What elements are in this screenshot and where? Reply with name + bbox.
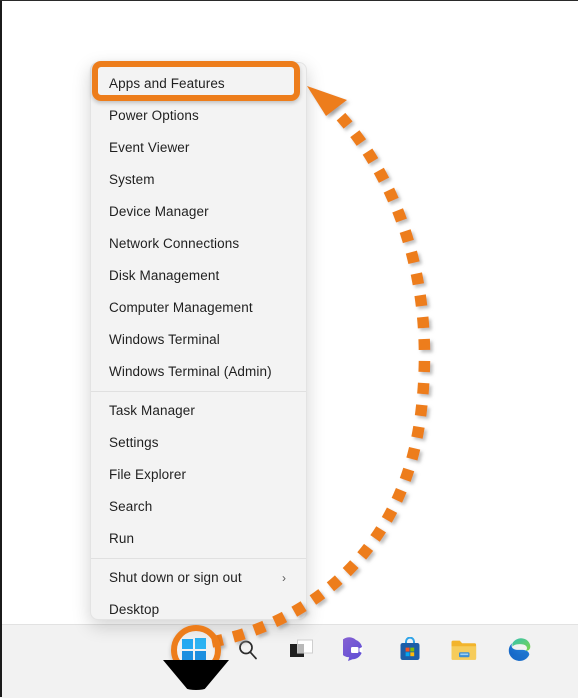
- menu-item-label: Run: [109, 531, 135, 546]
- menu-item-search[interactable]: Search: [91, 491, 306, 523]
- task-view-button[interactable]: [286, 636, 318, 668]
- menu-item-run[interactable]: Run: [91, 523, 306, 555]
- menu-item-windows-terminal[interactable]: Windows Terminal: [91, 324, 306, 356]
- menu-item-desktop[interactable]: Desktop: [91, 594, 306, 619]
- menu-item-label: Network Connections: [109, 236, 240, 251]
- menu-item-disk-management[interactable]: Disk Management: [91, 260, 306, 292]
- menu-item-settings[interactable]: Settings: [91, 427, 306, 459]
- edge-button[interactable]: [502, 636, 534, 668]
- menu-item-label: Desktop: [109, 602, 160, 617]
- menu-item-shut-down-or-sign-out[interactable]: Shut down or sign out ›: [91, 562, 306, 594]
- menu-item-event-viewer[interactable]: Event Viewer: [91, 132, 306, 164]
- microsoft-edge-icon: [505, 636, 532, 668]
- screen-edge-top: [0, 0, 578, 1]
- menu-item-label: File Explorer: [109, 467, 187, 482]
- menu-item-system[interactable]: System: [91, 164, 306, 196]
- power-user-context-menu[interactable]: Apps and Features Power Options Event Vi…: [90, 62, 307, 620]
- store-button[interactable]: [394, 636, 426, 668]
- menu-item-label: Disk Management: [109, 268, 220, 283]
- menu-group-system-tools: Apps and Features Power Options Event Vi…: [91, 63, 306, 388]
- menu-item-label: Windows Terminal: [109, 332, 220, 347]
- menu-separator: [91, 558, 306, 559]
- menu-item-label: Computer Management: [109, 300, 253, 315]
- task-view-icon: [289, 638, 315, 667]
- menu-item-windows-terminal-admin[interactable]: Windows Terminal (Admin): [91, 356, 306, 388]
- menu-item-computer-management[interactable]: Computer Management: [91, 292, 306, 324]
- search-icon: [236, 638, 260, 667]
- menu-item-label: Task Manager: [109, 403, 195, 418]
- chevron-right-icon: ›: [282, 571, 286, 585]
- menu-item-network-connections[interactable]: Network Connections: [91, 228, 306, 260]
- search-button[interactable]: [232, 636, 264, 668]
- chat-teams-icon: [339, 636, 369, 668]
- menu-item-label: Event Viewer: [109, 140, 190, 155]
- menu-item-label: Windows Terminal (Admin): [109, 364, 272, 379]
- menu-item-task-manager[interactable]: Task Manager: [91, 395, 306, 427]
- menu-item-device-manager[interactable]: Device Manager: [91, 196, 306, 228]
- taskbar: [0, 624, 578, 698]
- menu-item-label: Settings: [109, 435, 159, 450]
- menu-item-label: System: [109, 172, 155, 187]
- menu-item-label: Power Options: [109, 108, 199, 123]
- menu-group-session: Shut down or sign out › Desktop: [91, 562, 306, 619]
- menu-separator: [91, 391, 306, 392]
- menu-item-power-options[interactable]: Power Options: [91, 100, 306, 132]
- menu-item-file-explorer[interactable]: File Explorer: [91, 459, 306, 491]
- file-explorer-icon: [450, 638, 478, 667]
- menu-item-label: Shut down or sign out: [109, 570, 242, 585]
- microsoft-store-icon: [398, 636, 422, 668]
- menu-group-shell-tools: Task Manager Settings File Explorer Sear…: [91, 395, 306, 555]
- menu-item-label: Device Manager: [109, 204, 209, 219]
- taskbar-icon-group: [178, 629, 534, 675]
- file-explorer-button[interactable]: [448, 636, 480, 668]
- apps-and-features-highlight: [92, 61, 300, 101]
- menu-item-label: Search: [109, 499, 153, 514]
- chat-button[interactable]: [339, 636, 372, 668]
- screen-edge-left: [0, 0, 2, 697]
